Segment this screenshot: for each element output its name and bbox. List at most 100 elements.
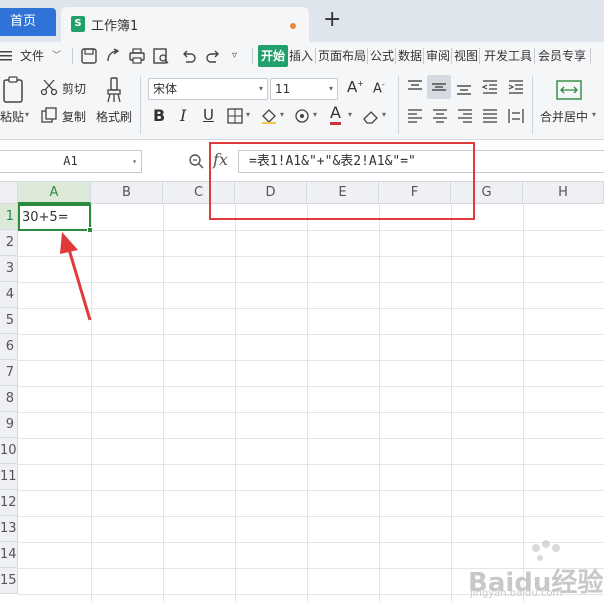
- border-icon[interactable]: [226, 107, 244, 125]
- cut-label[interactable]: 剪切: [62, 80, 86, 97]
- format-painter-label[interactable]: 格式刷: [96, 108, 132, 125]
- decrease-font-icon[interactable]: A-: [373, 80, 385, 96]
- row-header[interactable]: 10: [0, 438, 18, 464]
- justify-icon[interactable]: [481, 107, 499, 125]
- gridline: [18, 282, 604, 283]
- menu-view[interactable]: 视图: [454, 42, 478, 70]
- column-header-a[interactable]: A: [18, 182, 91, 204]
- cell-style-icon[interactable]: [293, 107, 311, 125]
- align-left-icon[interactable]: [406, 107, 424, 125]
- merge-center-icon[interactable]: [556, 80, 582, 100]
- menu-formulas[interactable]: 公式: [370, 42, 394, 70]
- eraser-icon[interactable]: [362, 107, 380, 125]
- paste-label[interactable]: 粘贴: [0, 108, 24, 125]
- menu-page-layout[interactable]: 页面布局: [318, 42, 366, 70]
- row-header[interactable]: 2: [0, 230, 18, 256]
- row-header[interactable]: 1: [0, 204, 18, 230]
- align-top-icon[interactable]: [406, 78, 424, 96]
- italic-icon[interactable]: I: [180, 106, 186, 125]
- divider: [395, 48, 396, 64]
- increase-indent-icon[interactable]: [507, 78, 525, 96]
- gridline: [18, 438, 604, 439]
- decrease-indent-icon[interactable]: [481, 78, 499, 96]
- format-painter-icon[interactable]: [104, 76, 124, 104]
- divider: [252, 48, 253, 64]
- column-header-h[interactable]: H: [523, 182, 604, 204]
- fill-color-icon[interactable]: [260, 107, 278, 125]
- align-right-icon[interactable]: [456, 107, 474, 125]
- row-header[interactable]: 8: [0, 386, 18, 412]
- cell-a1-value: 30+5=: [22, 210, 69, 225]
- print-icon[interactable]: [128, 47, 146, 65]
- redo-icon[interactable]: [204, 47, 222, 65]
- row-header[interactable]: 9: [0, 412, 18, 438]
- cell-a1[interactable]: 30+5=: [18, 204, 93, 233]
- row-header[interactable]: 6: [0, 334, 18, 360]
- paste-chevron-down-icon[interactable]: ▾: [25, 110, 29, 119]
- menu-developer[interactable]: 开发工具: [484, 42, 532, 70]
- bold-icon[interactable]: B: [153, 106, 165, 125]
- style-chevron-down-icon[interactable]: ▾: [313, 110, 317, 119]
- cut-icon[interactable]: [40, 78, 58, 96]
- border-chevron-down-icon[interactable]: ▾: [246, 110, 250, 119]
- font-name-select[interactable]: 宋体 ▾: [148, 78, 268, 100]
- export-pdf-icon[interactable]: [104, 47, 122, 65]
- copy-label[interactable]: 复制: [62, 108, 86, 125]
- spreadsheet-icon: S: [71, 16, 85, 32]
- paste-icon[interactable]: [2, 76, 26, 104]
- merge-center-label[interactable]: 合并居中: [540, 108, 588, 125]
- row-header[interactable]: 14: [0, 542, 18, 568]
- menu-bar: 文件 ﹀ ▿ 开始 插入 页面布局 公式 数据 审阅 视图 开发工具 会员专享: [0, 42, 604, 70]
- font-name-value: 宋体: [153, 82, 178, 96]
- menu-file[interactable]: 文件: [20, 42, 44, 70]
- quick-access-chevron-icon[interactable]: ▿: [232, 42, 237, 70]
- print-preview-icon[interactable]: [152, 47, 170, 65]
- gridline: [18, 334, 604, 335]
- align-middle-button[interactable]: [427, 75, 451, 99]
- gridline: [18, 360, 604, 361]
- font-color-icon[interactable]: A: [330, 104, 341, 125]
- gridline: [18, 490, 604, 491]
- row-header[interactable]: 7: [0, 360, 18, 386]
- divider: [398, 76, 399, 134]
- ribbon-toolbar: 粘贴 ▾ 剪切 复制 格式刷 宋体 ▾ 11 ▾ A+ A- B I U ▾ ▾…: [0, 70, 604, 140]
- underline-icon[interactable]: U: [203, 106, 214, 124]
- menu-insert[interactable]: 插入: [289, 42, 313, 70]
- copy-icon[interactable]: [40, 106, 58, 124]
- undo-icon[interactable]: [180, 47, 198, 65]
- align-center-icon[interactable]: [431, 107, 449, 125]
- row-header[interactable]: 5: [0, 308, 18, 334]
- eraser-chevron-down-icon[interactable]: ▾: [382, 110, 386, 119]
- save-icon[interactable]: [80, 47, 98, 65]
- new-tab-button[interactable]: +: [323, 8, 341, 32]
- tab-home[interactable]: 首页: [0, 8, 56, 36]
- merge-chevron-down-icon[interactable]: ▾: [592, 110, 596, 119]
- distributed-align-icon[interactable]: [507, 107, 525, 125]
- file-chevron-down-icon[interactable]: ﹀: [52, 42, 61, 70]
- align-bottom-icon[interactable]: [455, 78, 473, 96]
- font-color-chevron-down-icon[interactable]: ▾: [348, 110, 352, 119]
- increase-font-icon[interactable]: A+: [347, 78, 364, 96]
- menu-review[interactable]: 审阅: [426, 42, 450, 70]
- gridline: [18, 308, 604, 309]
- menu-home[interactable]: 开始: [258, 45, 289, 67]
- font-size-select[interactable]: 11 ▾: [270, 78, 338, 100]
- row-header[interactable]: 13: [0, 516, 18, 542]
- zoom-search-icon[interactable]: [188, 153, 205, 170]
- row-header[interactable]: 15: [0, 568, 18, 594]
- annotation-box: [209, 142, 475, 220]
- gridline: [18, 516, 604, 517]
- fill-chevron-down-icon[interactable]: ▾: [280, 110, 284, 119]
- row-header[interactable]: 4: [0, 282, 18, 308]
- annotation-arrow-icon: [60, 232, 92, 321]
- row-header[interactable]: 3: [0, 256, 18, 282]
- column-header-b[interactable]: B: [91, 182, 163, 204]
- menu-data[interactable]: 数据: [398, 42, 422, 70]
- row-header[interactable]: 11: [0, 464, 18, 490]
- hamburger-menu-icon[interactable]: [0, 50, 12, 62]
- row-header[interactable]: 12: [0, 490, 18, 516]
- select-all-corner[interactable]: [0, 182, 18, 204]
- tab-workbook[interactable]: S 工作簿1: [61, 7, 309, 42]
- menu-membership[interactable]: 会员专享: [538, 42, 586, 70]
- name-box[interactable]: A1 ▾: [0, 150, 142, 173]
